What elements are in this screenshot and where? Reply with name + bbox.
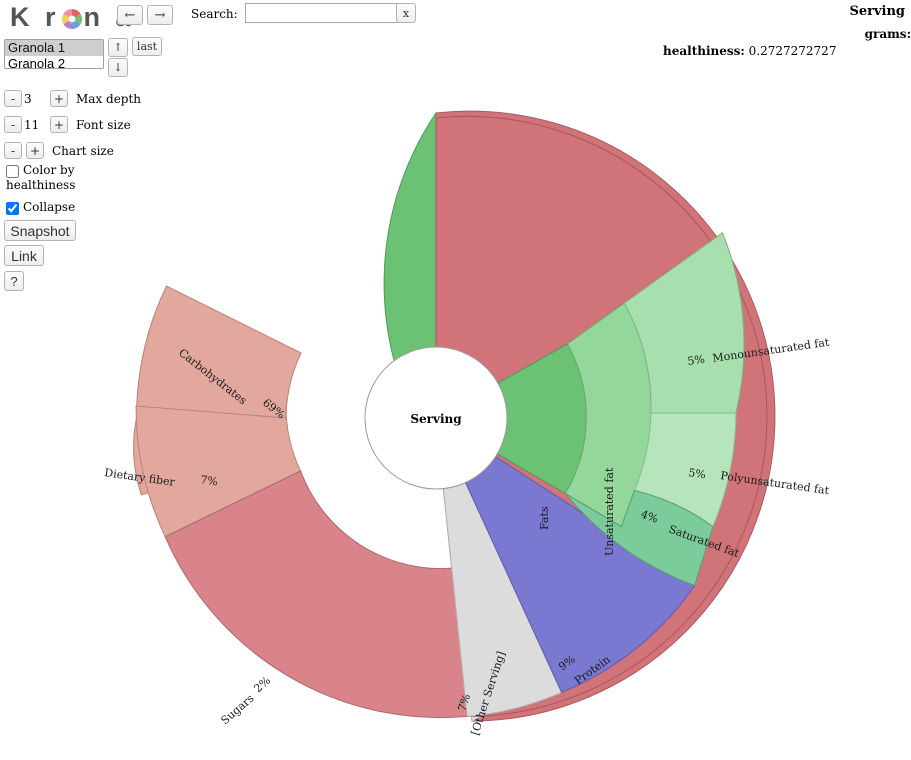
forward-button[interactable]: →	[147, 5, 173, 25]
krona-sunburst-svg: Serving Carbohydrates 69% Dietary fiber …	[104, 110, 831, 737]
info-grams-key: grams:	[864, 27, 911, 41]
label-monounsaturated-fat-percent: 5%	[687, 353, 706, 368]
info-healthiness-key: healthiness:	[663, 44, 745, 58]
dataset-up-button[interactable]: ↑	[108, 38, 128, 57]
label-dietary-fiber-percent: 7%	[200, 473, 219, 488]
info-healthiness-value: 0.2727272727	[748, 44, 837, 58]
info-title: Serving	[849, 4, 905, 19]
dataset-down-button[interactable]: ↓	[108, 58, 128, 77]
label-sugars-percent: 2%	[251, 674, 273, 695]
logo-text-left: K r	[10, 2, 60, 32]
info-grams-line: grams:	[611, 27, 911, 41]
dataset-option-2[interactable]: Granola 2	[5, 56, 103, 69]
label-unsaturated-fat: Unsaturated fat	[603, 467, 616, 556]
search-label: Search:	[191, 7, 238, 21]
label-polyunsaturated-fat-percent: 5%	[688, 466, 707, 481]
krona-chart: Serving Carbohydrates 69% Dietary fiber …	[0, 95, 911, 760]
info-panel: Serving grams: healthiness: 0.2727272727	[611, 4, 911, 58]
dataset-last-button[interactable]: last	[132, 37, 162, 56]
krona-app: K rn a ← → Search: x Granola 1 Granola 2…	[0, 0, 911, 760]
search-clear-button[interactable]: x	[396, 3, 416, 23]
krona-logo: K rn a	[10, 2, 135, 33]
back-button[interactable]: ←	[117, 5, 143, 25]
label-sugars: Sugars	[218, 692, 256, 728]
krona-wheel-icon	[61, 8, 83, 30]
chart-center-label: Serving	[410, 412, 462, 426]
dataset-list[interactable]: Granola 1 Granola 2	[4, 39, 104, 69]
search-input[interactable]	[245, 3, 399, 23]
dataset-option-1[interactable]: Granola 1	[5, 40, 103, 56]
info-healthiness-line: healthiness: 0.2727272727	[611, 44, 911, 58]
label-fats: Fats	[538, 506, 551, 530]
